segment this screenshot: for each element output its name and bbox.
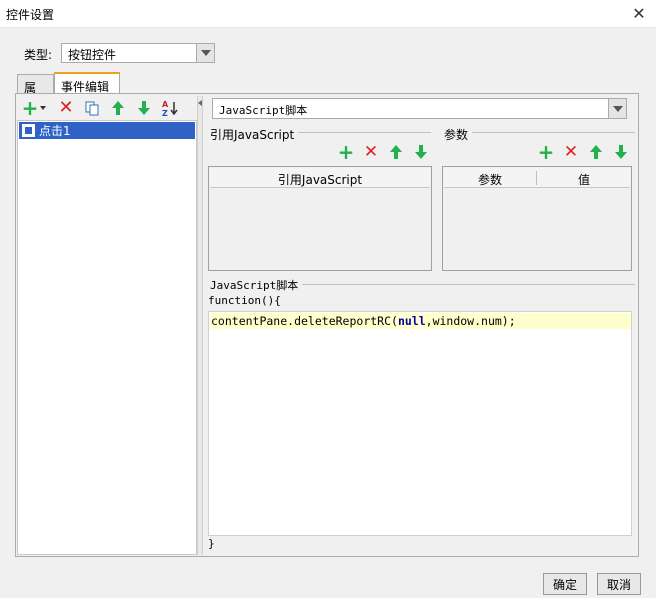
arrow-up-icon[interactable]	[388, 144, 404, 160]
sort-az-icon[interactable]: A Z	[161, 99, 179, 117]
script-type-select[interactable]: JavaScript脚本	[212, 98, 627, 119]
ref-js-table[interactable]: 引用JavaScript	[208, 166, 432, 271]
column-header: 引用JavaScript	[277, 173, 363, 187]
divider	[296, 132, 431, 133]
code-text: contentPane.deleteReportRC(	[211, 314, 398, 328]
param-table[interactable]: 参数 值	[442, 166, 632, 271]
chevron-down-icon[interactable]	[608, 99, 626, 118]
event-toolbar: + ✕ A Z	[17, 96, 197, 120]
code-keyword: null	[397, 314, 426, 328]
type-select-value: 按钮控件	[68, 48, 117, 62]
close-icon[interactable]: ✕	[630, 4, 648, 23]
cancel-button-label: 取消	[606, 577, 631, 592]
script-type-value: JavaScript脚本	[219, 104, 308, 117]
list-item[interactable]: 点击1	[19, 122, 195, 139]
script-section-title: JavaScript脚本	[210, 277, 303, 293]
splitter-handle[interactable]	[197, 96, 203, 555]
divider	[472, 132, 635, 133]
plus-icon[interactable]: +	[538, 142, 555, 162]
code-text: ,window.num);	[425, 314, 516, 328]
params-group-title: 参数	[444, 126, 473, 143]
column-header: 参数	[477, 173, 502, 187]
svg-text:A: A	[162, 100, 169, 109]
event-list-pane: + ✕ A Z 点击1	[17, 96, 197, 555]
chevron-down-icon[interactable]	[40, 106, 46, 110]
event-tree[interactable]: 点击1	[17, 120, 197, 555]
chevron-down-icon[interactable]	[196, 44, 214, 62]
plus-icon[interactable]: +	[21, 98, 39, 118]
window-title: 控件设置	[6, 8, 55, 22]
ref-js-group-title: 引用JavaScript	[210, 126, 299, 143]
title-bar: 控件设置 ✕	[0, 0, 656, 28]
ok-button-label: 确定	[552, 577, 577, 592]
arrow-up-icon[interactable]	[588, 144, 604, 160]
ok-button[interactable]: 确定	[543, 573, 587, 595]
delete-x-icon[interactable]: ✕	[563, 143, 579, 160]
code-editor[interactable]: contentPane.deleteReportRC(null,window.n…	[208, 311, 632, 536]
type-select[interactable]: 按钮控件	[61, 43, 215, 63]
table-header: 参数 值	[444, 168, 630, 188]
code-prefix: function(){	[208, 294, 281, 307]
event-item-label: 点击1	[39, 124, 71, 138]
widget-event-icon	[22, 124, 35, 137]
arrow-down-icon[interactable]	[613, 144, 629, 160]
tab-event-edit[interactable]: 事件编辑	[54, 72, 120, 94]
divider	[296, 284, 635, 285]
collapse-arrow-icon[interactable]	[198, 100, 202, 106]
arrow-down-icon[interactable]	[135, 99, 153, 117]
tab-properties[interactable]: 属性	[17, 74, 54, 112]
tab-event-edit-label: 事件编辑	[61, 80, 110, 94]
arrow-up-icon[interactable]	[109, 99, 127, 117]
arrow-down-icon[interactable]	[413, 144, 429, 160]
delete-x-icon[interactable]: ✕	[363, 143, 379, 160]
svg-text:Z: Z	[162, 109, 168, 117]
column-header: 值	[577, 173, 590, 187]
code-line: contentPane.deleteReportRC(null,window.n…	[210, 313, 631, 329]
copy-icon[interactable]	[83, 99, 101, 117]
table-header: 引用JavaScript	[210, 168, 430, 188]
code-suffix: }	[208, 537, 215, 550]
cancel-button[interactable]: 取消	[597, 573, 641, 595]
plus-icon[interactable]: +	[338, 142, 355, 162]
delete-x-icon[interactable]: ✕	[57, 99, 75, 117]
type-label: 类型:	[24, 48, 53, 62]
